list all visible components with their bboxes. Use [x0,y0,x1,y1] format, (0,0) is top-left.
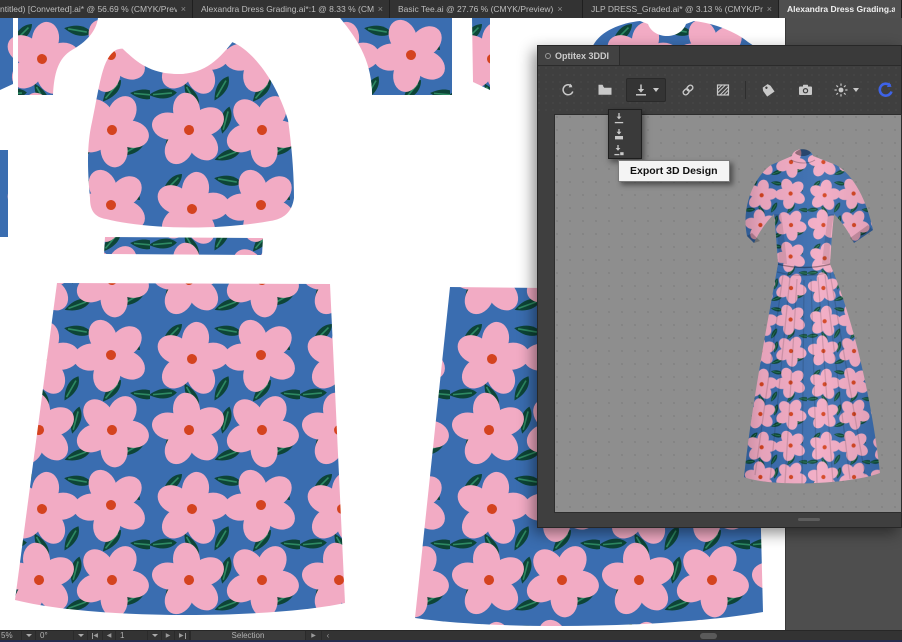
fabric-swatch-icon [715,82,731,98]
export-package-icon [613,128,625,141]
status-expand-button[interactable]: ▶ [306,631,322,641]
artboard-number: 1 [120,631,124,640]
tag-button[interactable] [754,78,782,102]
pattern-piece-sliver-right[interactable] [472,18,490,90]
expand-icon: ▶ [311,633,316,639]
menu-item-export-file[interactable] [609,142,641,158]
export-dropdown-menu [608,109,642,159]
zoom-level-field[interactable]: 5% [0,631,22,641]
next-icon: ▶ [166,633,171,639]
lighting-button[interactable] [827,78,865,102]
tab-jlp-dress[interactable]: JLP DRESS_Graded.ai* @ 3.13 % (CMYK/Prev… [583,0,779,18]
status-bar: 5% 0° ◀ ◀ 1 ▶ ▶ Selection [0,630,902,640]
panel-bottom-bar [554,514,902,525]
sync-button[interactable] [554,78,582,102]
tab-label: Basic Tee.ai @ 27.76 % (CMYK/Preview) [398,4,553,14]
prev-artboard-button[interactable]: ◀ [103,631,116,641]
export-3d-icon [633,82,649,98]
snapshot-button[interactable] [791,78,820,102]
menu-item-export-package[interactable] [609,126,641,142]
close-icon[interactable]: × [557,5,562,14]
artboard-number-field[interactable]: 1 [116,631,148,641]
open-folder-icon [597,82,613,98]
rotation-value: 0° [40,631,48,640]
pattern-piece-skirt-front[interactable] [15,283,345,615]
export-dropdown-caret[interactable] [653,88,659,92]
chevron-down-icon [152,634,158,637]
refresh-scene-icon [877,81,895,99]
status-tool-field[interactable]: Selection [190,631,306,641]
tab-basic-tee[interactable]: Basic Tee.ai @ 27.76 % (CMYK/Preview) × [390,0,583,18]
viewport-scrollbar[interactable] [798,518,820,521]
collapse-icon: ‹ [327,631,330,640]
export-simple-icon [613,112,625,125]
lighting-dropdown-caret[interactable] [853,88,859,92]
snapshot-camera-icon [797,82,814,98]
tag-icon [760,82,776,98]
tab-alexandra-dress-2-active[interactable]: Alexandra Dress Grading.ai*:2 @ 1 [779,0,902,18]
panel-tab-icon [545,53,551,59]
pattern-piece-sliver-left-top[interactable] [0,18,13,90]
refresh-scene-button[interactable] [871,78,901,102]
horizontal-scrollbar-thumb[interactable] [700,633,717,639]
first-artboard-button[interactable]: ◀ [88,631,103,641]
first-icon: ◀ [93,633,98,639]
export-3d-button[interactable] [626,78,666,102]
tab-label: JLP DRESS_Graded.ai* @ 3.13 % (CMYK/Prev… [591,4,763,14]
link-icon [680,82,696,98]
export-tooltip: Export 3D Design [618,160,730,182]
panel-title: Optitex 3DDI [555,51,609,61]
illustrator-window: ntitled) [Converted].ai* @ 56.69 % (CMYK… [0,0,902,642]
lighting-icon [833,82,849,98]
artboard-dropdown[interactable] [148,631,162,641]
tab-label: ntitled) [Converted].ai* @ 56.69 % (CMYK… [0,4,177,14]
last-icon: ▶ [179,633,184,639]
pattern-piece-waistband[interactable] [104,237,263,255]
tab-label: Alexandra Dress Grading.ai*:1 @ 8.33 % (… [201,4,374,14]
close-icon[interactable]: × [378,5,383,14]
menu-item-export-simple[interactable] [609,110,641,126]
export-file-icon [613,144,625,157]
last-artboard-button[interactable]: ▶ [175,631,190,641]
tab-untitled-converted[interactable]: ntitled) [Converted].ai* @ 56.69 % (CMYK… [0,0,193,18]
document-tab-bar: ntitled) [Converted].ai* @ 56.69 % (CMYK… [0,0,902,18]
rotation-field[interactable]: 0° [36,631,74,641]
chevron-down-icon [78,634,84,637]
status-collapse-button[interactable]: ‹ [322,631,334,641]
horizontal-scrollbar-track[interactable] [334,631,902,641]
rotation-dropdown[interactable] [74,631,88,641]
zoom-level-value: 5% [1,631,13,640]
panel-title-bar[interactable]: Optitex 3DDI [538,46,901,66]
close-icon[interactable]: × [181,5,186,14]
tab-alexandra-dress-1[interactable]: Alexandra Dress Grading.ai*:1 @ 8.33 % (… [193,0,390,18]
optitex-3ddi-panel: Optitex 3DDI [537,45,902,528]
status-tool-label: Selection [232,631,265,640]
sync-icon [560,82,576,98]
pattern-piece-sliver-left-mid[interactable] [0,150,8,237]
panel-tab[interactable]: Optitex 3DDI [538,46,620,65]
prev-icon: ◀ [107,633,112,639]
link-button[interactable] [674,78,702,102]
next-artboard-button[interactable]: ▶ [162,631,175,641]
close-icon[interactable]: × [767,5,772,14]
open-folder-button[interactable] [591,78,619,102]
chevron-down-icon [26,634,32,637]
fabric-swatch-button[interactable] [709,78,737,102]
toolbar-separator [745,81,746,99]
zoom-dropdown[interactable] [22,631,36,641]
panel-toolbar [538,67,901,113]
tab-label: Alexandra Dress Grading.ai*:2 @ 1 [787,4,895,14]
